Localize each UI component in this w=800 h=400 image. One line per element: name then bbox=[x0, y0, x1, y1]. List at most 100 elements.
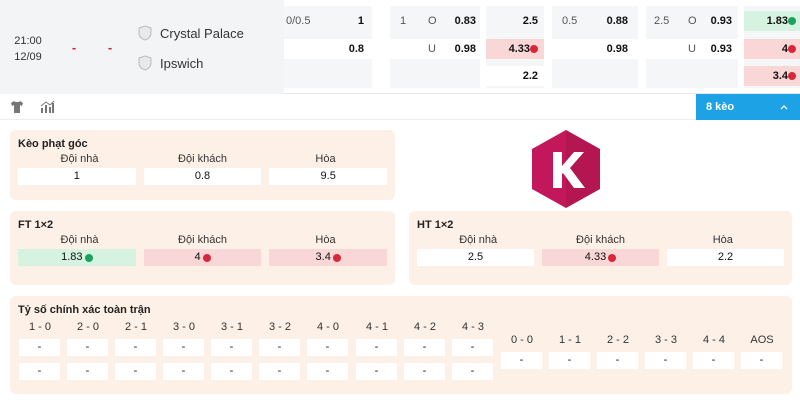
correct-score-odds[interactable]: - bbox=[67, 363, 108, 380]
h1-under-cell[interactable]: U 0.93 bbox=[646, 39, 738, 59]
correct-score-odds[interactable]: - bbox=[452, 363, 493, 380]
correct-score-header: 0 - 0 bbox=[510, 334, 533, 346]
correct-score-header: 2 - 2 bbox=[606, 334, 629, 346]
correct-score-odds[interactable]: - bbox=[356, 363, 397, 380]
team-shield-icon bbox=[138, 25, 152, 41]
correct-score-odds[interactable]: - bbox=[163, 339, 204, 356]
correct-score-odds[interactable]: - bbox=[501, 352, 542, 369]
ht-odds-draw[interactable]: 2.2 bbox=[667, 249, 784, 266]
arrow-down-icon bbox=[202, 253, 211, 262]
arrow-down-icon bbox=[788, 72, 796, 80]
correct-score-odds[interactable]: - bbox=[597, 352, 638, 369]
under-odds: 0.98 bbox=[454, 43, 476, 55]
correct-score-odds[interactable]: - bbox=[741, 352, 782, 369]
h1-handicap-line: 0.5 bbox=[562, 15, 578, 27]
odds-1x2-away[interactable]: 4.33 bbox=[486, 39, 544, 59]
ht-odds-away-value: 4.33 bbox=[584, 251, 607, 263]
correct-score-header: 4 - 4 bbox=[702, 334, 725, 346]
bets-label: 8 kèo bbox=[706, 101, 735, 113]
bets-toggle[interactable]: 8 kèo bbox=[696, 94, 800, 120]
h1-1x2-home-value: 1.83 bbox=[766, 15, 788, 27]
ft-odds-draw[interactable]: 3.4 bbox=[269, 249, 388, 266]
ht-odds-home[interactable]: 2.5 bbox=[417, 249, 534, 266]
away-team-name: Ipswich bbox=[160, 55, 204, 71]
home-team-name: Crystal Palace bbox=[160, 25, 244, 41]
away-team[interactable]: Ipswich bbox=[138, 53, 203, 73]
correct-score-odds[interactable]: - bbox=[645, 352, 686, 369]
correct-score-odds[interactable]: - bbox=[356, 339, 397, 356]
correct-score-header: AOS bbox=[750, 334, 774, 346]
ht-header-home: Đội nhà bbox=[459, 234, 498, 246]
corner-odds-home[interactable]: 1 bbox=[18, 168, 136, 185]
shirt-icon[interactable] bbox=[9, 99, 25, 115]
correct-score-header: 2 - 1 bbox=[124, 321, 147, 333]
odds-1x2-away-value: 4.33 bbox=[508, 43, 530, 55]
corner-header-away: Đội khách bbox=[178, 153, 227, 165]
correct-score-odds[interactable]: - bbox=[307, 363, 348, 380]
match-toolbar bbox=[0, 94, 800, 120]
correct-score-header: 4 - 3 bbox=[461, 321, 484, 333]
corner-odds-away[interactable]: 0.8 bbox=[143, 168, 262, 185]
h1-1x2-away[interactable]: 4 bbox=[744, 39, 800, 59]
correct-score-header: 4 - 1 bbox=[365, 321, 388, 333]
correct-score-odds[interactable]: - bbox=[404, 339, 445, 356]
correct-score-header: 3 - 3 bbox=[654, 334, 677, 346]
over-cell[interactable]: 1 O 0.83 bbox=[390, 11, 480, 31]
correct-score-header: 4 - 0 bbox=[316, 321, 339, 333]
correct-score-odds[interactable]: - bbox=[211, 363, 252, 380]
correct-score-odds[interactable]: - bbox=[693, 352, 734, 369]
h1-handicap-away[interactable]: 0.98 bbox=[552, 39, 638, 59]
correct-score-odds[interactable]: - bbox=[163, 363, 204, 380]
corner-title: Kèo phạt góc bbox=[18, 138, 88, 150]
correct-score-header: 3 - 2 bbox=[268, 321, 291, 333]
odds-1x2-home[interactable]: 2.5 bbox=[486, 11, 544, 31]
correct-score-header: 1 - 1 bbox=[558, 334, 581, 346]
under-cell[interactable]: U 0.98 bbox=[390, 39, 480, 59]
h1-over-label: O bbox=[688, 15, 697, 27]
arrow-down-icon bbox=[332, 253, 341, 262]
ft-title: FT 1×2 bbox=[18, 219, 54, 231]
kubet-logo-icon bbox=[532, 130, 600, 208]
ft-odds-home[interactable]: 1.83 bbox=[18, 249, 136, 266]
correct-score-odds[interactable]: - bbox=[211, 339, 252, 356]
match-date: 12/09 bbox=[14, 51, 42, 63]
h1-1x2-home[interactable]: 1.83 bbox=[744, 11, 800, 31]
correct-score-odds[interactable]: - bbox=[115, 339, 156, 356]
correct-score-odds[interactable]: - bbox=[19, 363, 60, 380]
ht-odds-away[interactable]: 4.33 bbox=[542, 249, 659, 266]
correct-score-odds[interactable]: - bbox=[452, 339, 493, 356]
arrow-up-icon bbox=[84, 253, 93, 262]
corner-odds-draw[interactable]: 9.5 bbox=[269, 168, 388, 185]
ft-odds-draw-value: 3.4 bbox=[315, 251, 331, 263]
correct-score-odds[interactable]: - bbox=[259, 339, 300, 356]
correct-score-odds[interactable]: - bbox=[549, 352, 590, 369]
handicap-home-odds: 1 bbox=[357, 15, 364, 27]
ht-header-away: Đội khách bbox=[576, 234, 625, 246]
h1-over-cell[interactable]: 2.5 O 0.93 bbox=[646, 11, 738, 31]
ft-1x2-panel: FT 1×2 Đội nhà Đội khách Hòa 1.83 4 3.4 bbox=[10, 211, 395, 285]
home-score: - bbox=[56, 0, 92, 94]
correct-score-header: 1 - 0 bbox=[28, 321, 51, 333]
ht-1x2-panel: HT 1×2 Đội nhà Đội khách Hòa 2.5 4.33 2.… bbox=[409, 211, 792, 285]
h1-handicap-cell-home[interactable]: 0.5 0.88 bbox=[552, 11, 638, 31]
stats-icon[interactable] bbox=[39, 99, 55, 115]
correct-score-odds[interactable]: - bbox=[115, 363, 156, 380]
h1-handicap-home: 0.88 bbox=[606, 15, 628, 27]
team-shield-icon bbox=[138, 55, 152, 71]
ft-odds-away[interactable]: 4 bbox=[143, 249, 262, 266]
h1-1x2-draw[interactable]: 3.4 bbox=[744, 66, 800, 86]
correct-score-odds[interactable]: - bbox=[259, 363, 300, 380]
home-team[interactable]: Crystal Palace bbox=[138, 23, 244, 43]
correct-score-header: 3 - 0 bbox=[172, 321, 195, 333]
handicap-cell-home[interactable]: 0/0.5 1 bbox=[284, 11, 372, 31]
odds-1x2-draw[interactable]: 2.2 bbox=[486, 66, 544, 86]
handicap-away-odds[interactable]: 0.8 bbox=[284, 39, 372, 59]
ft-header-draw: Hòa bbox=[315, 234, 336, 246]
correct-score-odds[interactable]: - bbox=[307, 339, 348, 356]
handicap-line: 0/0.5 bbox=[286, 15, 311, 27]
correct-score-odds[interactable]: - bbox=[19, 339, 60, 356]
correct-score-header: 4 - 2 bbox=[413, 321, 436, 333]
correct-score-odds[interactable]: - bbox=[67, 339, 108, 356]
away-score: - bbox=[92, 0, 128, 94]
correct-score-odds[interactable]: - bbox=[404, 363, 445, 380]
